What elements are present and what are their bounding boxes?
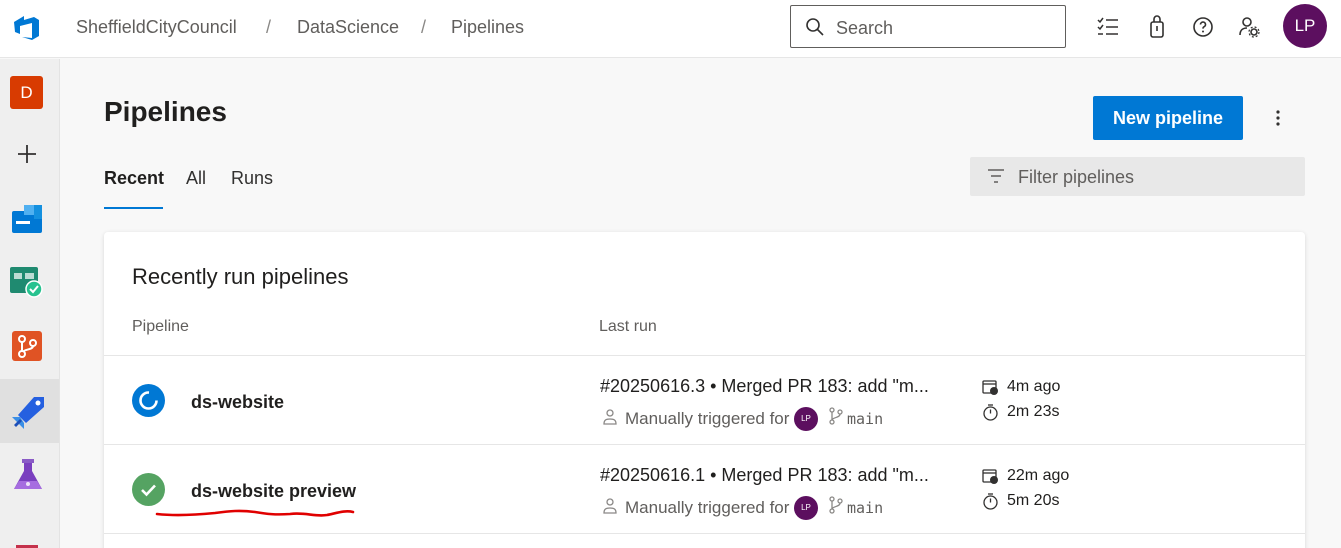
add-icon <box>18 145 36 163</box>
nav-artifacts[interactable] <box>0 443 59 507</box>
branch-icon <box>829 496 843 514</box>
user-settings-icon[interactable] <box>1237 15 1261 39</box>
project-badge: D <box>10 76 43 109</box>
stopwatch-icon <box>983 404 998 421</box>
user-avatar[interactable]: LP <box>1283 4 1327 48</box>
azure-devops-logo-icon[interactable] <box>12 13 42 43</box>
trigger-text: Manually triggered for <box>625 409 790 428</box>
help-icon[interactable] <box>1191 15 1215 39</box>
tab-all[interactable]: All <box>186 168 206 189</box>
new-item-button[interactable] <box>0 123 59 187</box>
search-placeholder: Search <box>836 18 894 38</box>
trigger-user-avatar: LP <box>794 407 818 431</box>
marketplace-bag-icon[interactable] <box>1145 15 1169 39</box>
last-run-time: 4m ago <box>1007 378 1061 395</box>
new-pipeline-button[interactable]: New pipeline <box>1093 96 1243 140</box>
search-icon <box>806 18 824 36</box>
nav-repos[interactable] <box>0 315 59 379</box>
branch-name: main <box>847 410 884 428</box>
boards-icon <box>12 205 42 233</box>
card-title: Recently run pipelines <box>132 264 349 289</box>
pipeline-row[interactable]: ds-website #20250616.3 • Merged PR 183: … <box>104 356 1305 444</box>
column-header-last-run: Last run <box>599 318 657 335</box>
person-icon <box>603 409 617 425</box>
tab-recent[interactable]: Recent <box>104 168 164 189</box>
breadcrumb-organization[interactable]: SheffieldCityCouncil <box>76 17 237 38</box>
run-duration: 5m 20s <box>1007 492 1060 509</box>
breadcrumb-project[interactable]: DataScience <box>297 17 399 38</box>
branch-name: main <box>847 499 884 517</box>
breadcrumb-page[interactable]: Pipelines <box>451 17 524 38</box>
row-divider <box>104 533 1305 534</box>
recent-pipelines-card: Recently run pipelines Pipeline Last run… <box>104 232 1305 548</box>
run-title[interactable]: #20250616.3 • Merged PR 183: add "m... <box>600 376 929 397</box>
tab-runs[interactable]: Runs <box>231 168 273 189</box>
run-title[interactable]: #20250616.1 • Merged PR 183: add "m... <box>600 465 929 486</box>
running-status-icon <box>132 384 165 417</box>
red-annotation-underline <box>155 509 355 517</box>
search-box[interactable]: Search <box>790 5 1066 48</box>
more-icon <box>16 545 38 548</box>
nav-test-plans[interactable] <box>0 251 59 315</box>
top-bar: SheffieldCityCouncil / DataScience / Pip… <box>0 0 1341 58</box>
pipelines-icon <box>12 397 44 429</box>
pipeline-name[interactable]: ds-website <box>191 392 284 413</box>
active-tab-indicator <box>104 207 163 209</box>
person-icon <box>603 498 617 514</box>
calendar-clock-icon <box>982 380 998 395</box>
filter-placeholder: Filter pipelines <box>1018 167 1135 187</box>
page-title: Pipelines <box>104 96 227 127</box>
nav-more[interactable] <box>0 507 59 548</box>
trigger-text: Manually triggered for <box>625 498 790 517</box>
column-header-pipeline: Pipeline <box>132 318 189 335</box>
stopwatch-icon <box>983 493 998 510</box>
nav-pipelines[interactable] <box>0 379 59 443</box>
work-items-icon[interactable] <box>1096 15 1120 39</box>
breadcrumb-separator: / <box>266 17 272 37</box>
last-run-time: 22m ago <box>1007 467 1070 484</box>
more-actions-icon[interactable] <box>1266 106 1290 130</box>
navigation-rail: D <box>0 59 60 548</box>
artifacts-icon <box>14 459 42 489</box>
succeeded-status-icon <box>132 473 165 506</box>
filter-pipelines-input[interactable]: Filter pipelines <box>970 157 1305 196</box>
calendar-clock-icon <box>982 469 998 484</box>
test-plans-icon <box>10 267 43 298</box>
repos-icon <box>12 331 42 361</box>
pipeline-name[interactable]: ds-website preview <box>191 481 356 502</box>
filter-icon <box>988 169 1004 183</box>
nav-boards[interactable] <box>0 187 59 251</box>
project-switcher[interactable]: D <box>0 59 59 123</box>
branch-icon <box>829 407 843 425</box>
breadcrumb-separator: / <box>421 17 427 37</box>
run-duration: 2m 23s <box>1007 403 1060 420</box>
trigger-user-avatar: LP <box>794 496 818 520</box>
